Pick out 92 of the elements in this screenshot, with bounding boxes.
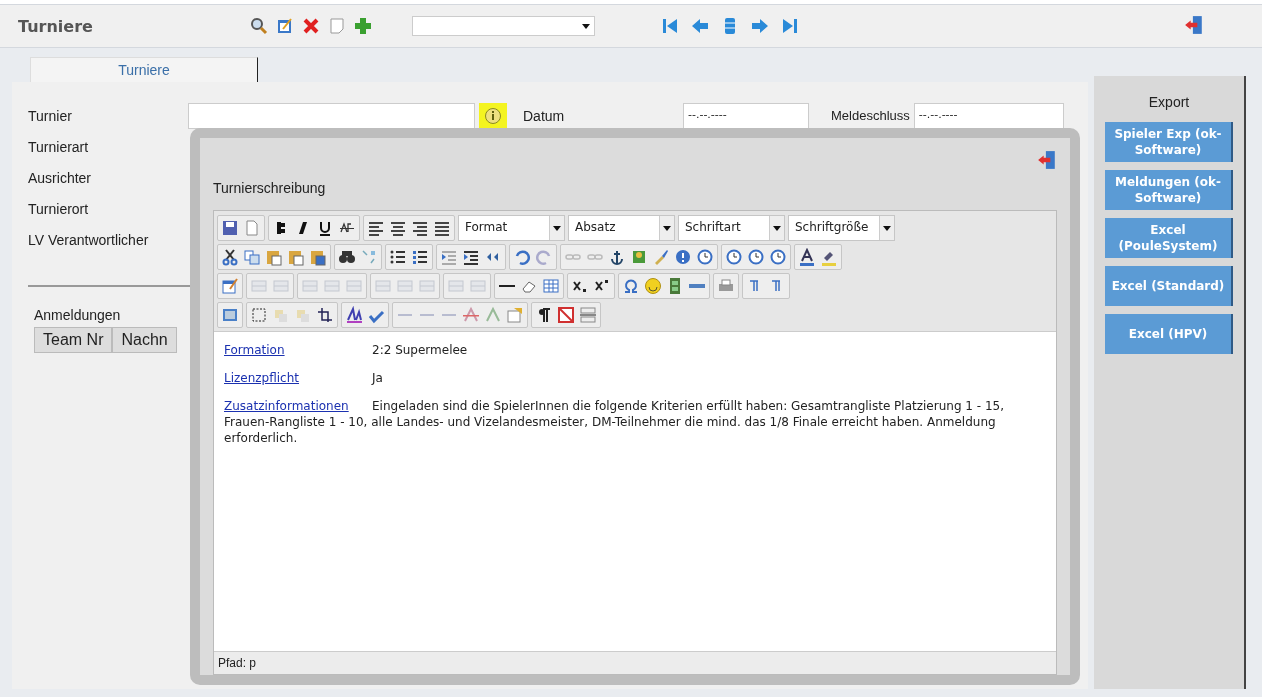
select-all-icon bbox=[250, 306, 268, 324]
page-divider-button[interactable] bbox=[578, 305, 598, 325]
field-label: Turnierart bbox=[28, 138, 90, 155]
app-title: Turniere bbox=[18, 16, 94, 36]
content-line: Zusatzinformationen Eingeladen sind die SpielerInnen die folgende Kriterien erfüllt haben: Gesamtrangliste Platzierung 1 - 15, Frauen-Rangliste 1 - 10, alle Landes- und Vizelandesmeister, DM-Teilnehmer die mind. das 1/8 Finale erreicht haben. Anmeldung erforderlich. bbox=[224, 398, 1005, 446]
delete-icon[interactable] bbox=[302, 17, 320, 35]
column-header: Team Nr bbox=[34, 327, 113, 353]
non-breaking-button[interactable] bbox=[556, 305, 576, 325]
toolbar-select[interactable]: Schriftgröße bbox=[788, 215, 895, 241]
dropdown-arrow-icon bbox=[663, 225, 671, 231]
anchor-icon bbox=[608, 248, 626, 266]
help-button[interactable] bbox=[673, 247, 693, 267]
date-field[interactable]: --.--.---- bbox=[913, 102, 1064, 129]
align-center-icon bbox=[389, 219, 407, 237]
special-char-icon bbox=[622, 277, 640, 295]
table-button[interactable] bbox=[541, 276, 561, 296]
toolbar-select[interactable]: Schriftart bbox=[678, 215, 785, 241]
time-button[interactable] bbox=[746, 247, 766, 267]
previous-icon[interactable] bbox=[691, 17, 709, 35]
undo-icon bbox=[513, 248, 531, 266]
smiley-icon bbox=[644, 277, 662, 295]
field-label: Meldeschluss bbox=[831, 108, 910, 123]
toolbar-select[interactable]: Absatz bbox=[568, 215, 675, 241]
find-icon bbox=[338, 248, 356, 266]
toolbar-select[interactable]: Format bbox=[458, 215, 565, 241]
outdent-icon bbox=[440, 248, 458, 266]
first-icon[interactable] bbox=[661, 17, 679, 35]
non-breaking-icon bbox=[557, 306, 575, 324]
dialog-title: Turnierschreibung bbox=[213, 180, 327, 196]
page-break-icon bbox=[688, 283, 706, 289]
new-page-icon bbox=[243, 219, 261, 237]
dropdown-arrow-icon bbox=[553, 225, 561, 231]
copy-icon bbox=[243, 248, 261, 266]
smiley-button[interactable] bbox=[643, 276, 663, 296]
indent-icon bbox=[462, 248, 480, 266]
text-color-button[interactable] bbox=[797, 247, 817, 267]
add-icon[interactable] bbox=[354, 17, 372, 35]
link[interactable]: Formation bbox=[224, 342, 372, 358]
content-line: Lizenzpflicht Ja bbox=[224, 370, 384, 386]
numbered-list-icon bbox=[411, 248, 429, 266]
cut-icon bbox=[221, 248, 239, 266]
align-left-icon bbox=[367, 219, 385, 237]
strike-letter-icon bbox=[462, 306, 480, 324]
field-label: LV Verantwortlicher bbox=[28, 231, 150, 248]
next-icon[interactable] bbox=[751, 17, 769, 35]
section-title: Anmeldungen bbox=[34, 307, 121, 323]
font-style-icon bbox=[345, 306, 363, 324]
field-label: Turnier bbox=[28, 107, 73, 124]
dropdown-arrow-icon bbox=[773, 225, 781, 231]
exit-icon[interactable] bbox=[1184, 14, 1204, 35]
date-field[interactable]: --.--.---- bbox=[683, 102, 809, 129]
page-divider-icon bbox=[579, 306, 597, 324]
tab[interactable]: Turniere bbox=[30, 57, 258, 82]
position-button[interactable] bbox=[315, 305, 335, 325]
last-icon[interactable] bbox=[781, 17, 799, 35]
align-right-icon bbox=[411, 219, 429, 237]
table-icon bbox=[542, 277, 560, 295]
content-line: Formation 2:2 Supermelee bbox=[224, 342, 469, 358]
help-icon bbox=[674, 248, 692, 266]
blank-page-icon[interactable] bbox=[328, 17, 346, 35]
paste-text-icon bbox=[287, 248, 305, 266]
info-icon bbox=[484, 106, 502, 125]
bullet-list-icon bbox=[389, 248, 407, 266]
justify-icon bbox=[433, 219, 451, 237]
dropdown-arrow-icon bbox=[582, 23, 590, 29]
link[interactable]: Lizenzpflicht bbox=[224, 370, 372, 386]
cut-button[interactable] bbox=[220, 247, 240, 267]
field-label: Turnierort bbox=[28, 200, 90, 217]
paste-word-icon bbox=[309, 248, 327, 266]
paste-icon bbox=[265, 248, 283, 266]
info-button[interactable] bbox=[479, 102, 507, 129]
save-icon bbox=[221, 219, 239, 237]
field-label: Datum bbox=[523, 107, 566, 124]
time-icon bbox=[747, 248, 765, 266]
column-header: Nachn bbox=[112, 327, 177, 353]
dropdown-arrow-icon bbox=[883, 225, 891, 231]
input-field[interactable] bbox=[188, 102, 475, 129]
select-all-button[interactable] bbox=[249, 305, 269, 325]
font-style-button[interactable] bbox=[344, 305, 364, 325]
text-color-icon bbox=[798, 248, 816, 266]
exit-icon[interactable] bbox=[1037, 150, 1057, 170]
save-button[interactable] bbox=[220, 218, 240, 238]
field-label: Ausrichter bbox=[28, 169, 93, 186]
redo-icon bbox=[535, 248, 553, 266]
panel-title: Export bbox=[1148, 94, 1190, 110]
image-icon bbox=[630, 248, 648, 266]
path-bar: Pfad: p bbox=[214, 651, 1056, 674]
link[interactable]: Zusatzinformationen bbox=[224, 398, 372, 414]
horizontal-rule-icon bbox=[498, 284, 516, 288]
position-icon bbox=[316, 306, 334, 324]
search-icon[interactable] bbox=[250, 17, 268, 35]
edit-icon[interactable] bbox=[276, 17, 294, 35]
